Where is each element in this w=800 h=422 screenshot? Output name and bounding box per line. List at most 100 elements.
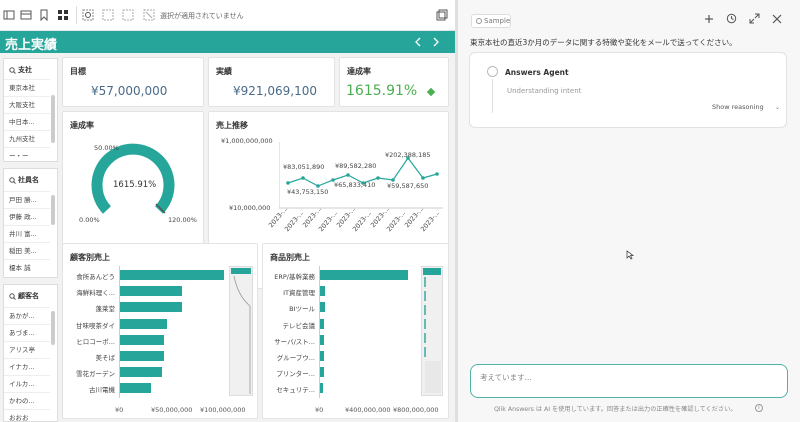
scrollbar[interactable] <box>51 95 55 143</box>
filter-employee[interactable]: 社員名 戸田 勝... 伊藤 政... 井川 富... 稲田 美... 榎本 誠 <box>3 168 58 278</box>
list-item[interactable]: イルカ... <box>4 375 50 392</box>
list-item[interactable]: 中日本... <box>4 113 50 130</box>
list-item[interactable]: 榎本 誠 <box>4 259 50 276</box>
list-item[interactable]: 九州支社 <box>4 130 50 147</box>
bar[interactable] <box>320 334 325 345</box>
chat-input-placeholder: 考えています... <box>480 373 532 382</box>
list-item[interactable]: イナカ... <box>4 358 50 375</box>
sheet-canvas: 支社 東京本社 大阪支社 中日本... 九州支社 ー・ー 社員名 戸田 勝...… <box>0 53 455 422</box>
step-back-icon[interactable] <box>102 9 116 23</box>
list-item[interactable]: 大阪支社 <box>4 96 50 113</box>
mini-chart-thumb[interactable] <box>231 268 251 274</box>
mini-chart-scrollbar[interactable] <box>229 266 253 396</box>
y-axis-top-label: ¥1,000,000,000 <box>221 137 273 145</box>
trend-title: 売上推移 <box>216 121 248 130</box>
list-item[interactable]: 稲田 美... <box>4 242 50 259</box>
previous-sheet-icon[interactable] <box>412 35 424 49</box>
bar[interactable] <box>320 351 324 361</box>
bar[interactable] <box>120 270 224 280</box>
bar[interactable] <box>120 318 167 329</box>
list-item[interactable]: おおお <box>4 409 50 421</box>
bar[interactable] <box>120 334 164 345</box>
sample-label: Sample <box>484 17 511 25</box>
bar[interactable] <box>120 367 162 378</box>
scrollbar[interactable] <box>51 311 55 345</box>
kpi-actual[interactable]: 実績 ¥921,069,100 <box>208 57 335 107</box>
list-item[interactable]: 伊藤 政... <box>4 208 50 225</box>
cursor-icon <box>626 250 634 260</box>
bar[interactable] <box>120 383 152 394</box>
show-reasoning-label: Show reasoning <box>712 103 764 111</box>
mini-chart-scrollbar[interactable] <box>421 266 443 396</box>
list-item[interactable]: かわの... <box>4 392 50 409</box>
axis-line <box>319 266 320 398</box>
category-label: 蓬莱堂 <box>95 305 116 314</box>
sheets-icon[interactable] <box>57 9 71 23</box>
step-forward-icon[interactable] <box>122 9 136 23</box>
category-label: プリンター... <box>276 370 315 379</box>
kpi-achievement[interactable]: 達成率 1615.91% <box>339 57 449 107</box>
filter-title: 支社 <box>18 66 32 74</box>
info-icon[interactable]: i <box>755 404 763 412</box>
gauge-max-label: 120.00% <box>168 216 197 224</box>
category-label: テレビ会議 <box>282 321 316 330</box>
chat-input[interactable]: 考えています... <box>470 364 788 398</box>
list-item[interactable]: 戸田 勝... <box>4 191 50 208</box>
list-item[interactable]: ー・ー <box>4 147 50 161</box>
sample-icon <box>476 18 482 24</box>
agent-name: Answers Agent <box>505 68 569 77</box>
mini-chart-preview <box>233 276 251 394</box>
filter-customer[interactable]: 顧客名 あかが... あづま... アリス亭 イナカ... イルカ... かわの… <box>3 284 58 422</box>
selection-search-icon[interactable] <box>82 9 96 23</box>
x-tick: ¥0 <box>115 406 124 414</box>
list-item[interactable]: 井川 富... <box>4 225 50 242</box>
list-item[interactable]: あづま... <box>4 324 50 341</box>
customer-chart-panel[interactable]: 顧客別売上 食所あんどう 海鮮料理く... 蓬莱堂 甘味喫茶ダイ ヒロコーポ... 美そば… <box>62 243 258 419</box>
sample-chip[interactable]: Sample <box>471 14 511 28</box>
category-label: 食所あんどう <box>76 273 115 281</box>
top-toolbar: 選択が適用されていません <box>0 0 455 31</box>
bar[interactable] <box>120 286 183 297</box>
kpi-value: ¥921,069,100 <box>233 84 317 98</box>
kpi-target[interactable]: 目標 ¥57,000,000 <box>62 57 204 107</box>
gauge-title: 達成率 <box>70 121 94 130</box>
bookmark-icon[interactable] <box>38 9 52 23</box>
bar[interactable] <box>120 351 164 361</box>
bar[interactable] <box>320 367 324 378</box>
bar[interactable] <box>120 302 183 313</box>
bar[interactable] <box>320 383 323 394</box>
scrollbar[interactable] <box>51 195 55 225</box>
bar[interactable] <box>320 270 408 280</box>
bar[interactable] <box>320 286 326 297</box>
bar[interactable] <box>320 318 325 329</box>
sheet-header: 売上実績 <box>0 31 455 53</box>
next-sheet-icon[interactable] <box>430 35 442 49</box>
toolbar-divider <box>76 6 77 24</box>
filter-branch[interactable]: 支社 東京本社 大阪支社 中日本... 九州支社 ー・ー <box>3 58 58 162</box>
point-label: ¥83,051,890 <box>283 163 325 171</box>
list-item[interactable]: 東京本社 <box>4 79 50 96</box>
fullscreen-icon[interactable] <box>436 9 450 23</box>
clear-selections-icon[interactable] <box>143 9 157 23</box>
category-label: サーバ/スト... <box>274 337 315 346</box>
history-icon[interactable] <box>726 13 737 24</box>
x-tick: ¥400,000,000 <box>345 406 391 414</box>
close-icon[interactable] <box>772 14 782 24</box>
y-axis-bottom-label: ¥10,000,000 <box>229 204 271 212</box>
gauge-mid-label: 50.00% <box>94 144 119 152</box>
agent-status: Understanding intent <box>507 87 582 95</box>
new-chat-icon[interactable] <box>704 14 714 24</box>
panel-toggle-icon[interactable] <box>3 9 17 23</box>
list-item[interactable]: あかが... <box>4 307 50 324</box>
show-reasoning-button[interactable]: Show reasoning ⌄ <box>712 103 782 115</box>
mini-chart-thumb[interactable] <box>423 268 441 275</box>
sheet-title: 売上実績 <box>5 38 58 53</box>
chevron-down-icon: ⌄ <box>775 104 781 111</box>
category-label: 雪花ガーデン <box>76 370 115 379</box>
list-item[interactable]: アリス亭 <box>4 341 50 358</box>
expand-icon[interactable] <box>749 13 760 24</box>
assets-icon[interactable] <box>20 9 34 23</box>
product-chart-panel[interactable]: 商品別売上 ERP/基幹業務 IT資産管理 BIツール テレビ会議 サーバ/スト... グ… <box>262 243 449 419</box>
bar[interactable] <box>320 302 326 313</box>
kpi-title: 実績 <box>216 67 232 76</box>
